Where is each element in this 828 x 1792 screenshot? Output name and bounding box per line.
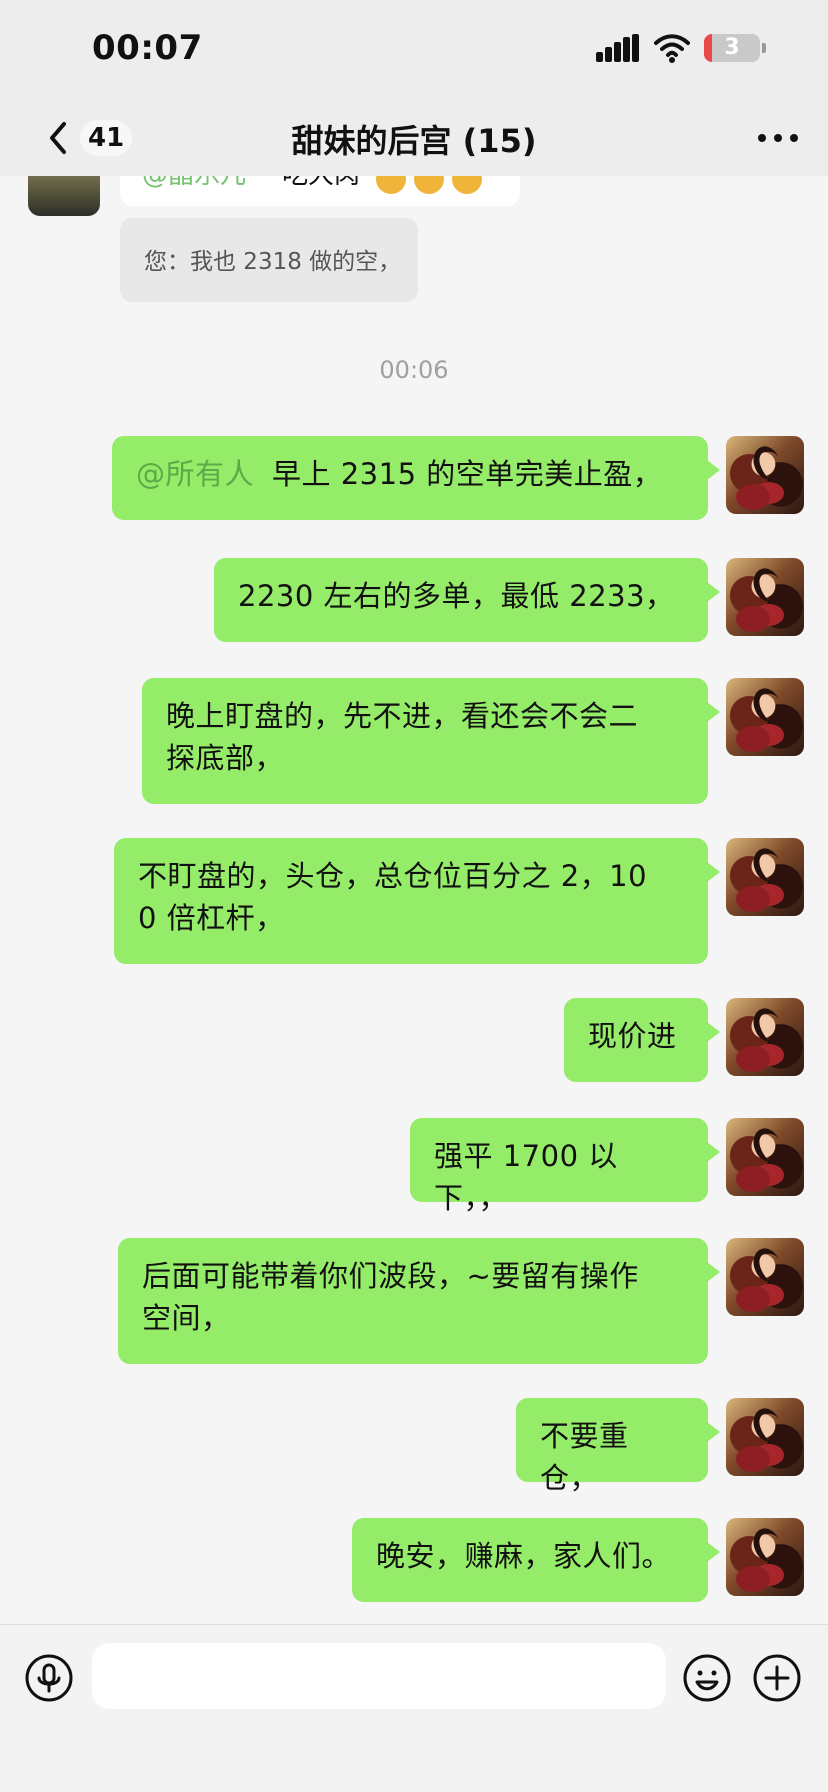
status-time: 00:07 bbox=[92, 28, 203, 68]
message-bubble[interactable]: 不盯盘的，头仓，总仓位百分之 2，10 0 倍杠杆， bbox=[114, 838, 720, 964]
message-bubble[interactable]: 2230 左右的多单，最低 2233， bbox=[214, 558, 720, 642]
unread-count-badge: 41 bbox=[80, 120, 133, 156]
message-bubble[interactable]: 不要重仓， bbox=[516, 1398, 720, 1495]
message-bubble[interactable]: 现价进 bbox=[564, 998, 720, 1082]
message-bubble[interactable]: 晚上盯盘的，先不进，看还会不会二 探底部， bbox=[142, 678, 720, 804]
sender-avatar[interactable] bbox=[28, 176, 100, 216]
plus-icon[interactable] bbox=[752, 1653, 802, 1703]
my-avatar[interactable] bbox=[726, 558, 804, 636]
message-text-line: 不盯盘的，头仓，总仓位百分之 2，10 bbox=[138, 859, 648, 893]
previous-message-bubble[interactable]: @晶乐儿 吃大肉 bbox=[120, 176, 520, 206]
my-avatar[interactable] bbox=[726, 838, 804, 916]
quoted-message[interactable]: 您：我也 2318 做的空， bbox=[120, 218, 418, 302]
emoji-icon bbox=[376, 176, 406, 194]
message-bubble[interactable]: 晚安，赚麻，家人们。 bbox=[352, 1518, 720, 1602]
chat-title: 甜妹的后宫 (15) bbox=[291, 122, 537, 160]
my-avatar[interactable] bbox=[726, 1518, 804, 1596]
wifi-icon bbox=[654, 34, 690, 63]
chevron-left-icon bbox=[50, 122, 66, 154]
back-button[interactable]: 41 bbox=[38, 114, 134, 162]
microphone-icon[interactable] bbox=[24, 1653, 74, 1703]
message-row: 后面可能带着你们波段，~要留有操作 空间， bbox=[0, 1238, 828, 1364]
my-avatar[interactable] bbox=[726, 998, 804, 1076]
message-text: 现价进 bbox=[588, 1019, 677, 1053]
message-row: 不盯盘的，头仓，总仓位百分之 2，10 0 倍杠杆， bbox=[0, 838, 828, 964]
message-input-bar bbox=[0, 1624, 828, 1792]
message-input[interactable] bbox=[92, 1643, 666, 1709]
message-text-line: 后面可能带着你们波段，~要留有操作 bbox=[142, 1259, 639, 1293]
message-row: 不要重仓， bbox=[0, 1398, 828, 1495]
chat-screen: 00:07 3 41 甜妹的后宫 (15) 您：我也 2318 做的空， 00:… bbox=[0, 0, 828, 1792]
message-timestamp: 00:06 bbox=[379, 356, 449, 384]
message-row: 2230 左右的多单，最低 2233， bbox=[0, 558, 828, 642]
message-text: 早上 2315 的空单完美止盈， bbox=[272, 457, 663, 491]
my-avatar[interactable] bbox=[726, 1398, 804, 1476]
battery-indicator: 3 bbox=[704, 34, 766, 62]
message-text: 强平 1700 以下，， bbox=[434, 1139, 618, 1215]
my-avatar[interactable] bbox=[726, 1238, 804, 1316]
message-text: 不要重仓， bbox=[540, 1419, 629, 1495]
more-icon[interactable] bbox=[750, 118, 806, 158]
message-row: 现价进 bbox=[0, 998, 828, 1082]
message-text-line: 0 倍杠杆， bbox=[138, 901, 285, 935]
message-bubble[interactable]: @所有人 早上 2315 的空单完美止盈， bbox=[112, 436, 720, 520]
message-bubble[interactable]: 后面可能带着你们波段，~要留有操作 空间， bbox=[118, 1238, 720, 1364]
my-avatar[interactable] bbox=[726, 436, 804, 514]
emoji-icon bbox=[452, 176, 482, 194]
message-text-line: 晚上盯盘的，先不进，看还会不会二 bbox=[166, 699, 639, 733]
cellular-signal-icon bbox=[596, 34, 640, 62]
emoji-icon bbox=[414, 176, 444, 194]
previous-message-mention: @晶乐儿 bbox=[142, 176, 246, 191]
message-row: 强平 1700 以下，， bbox=[0, 1118, 828, 1215]
message-bubble[interactable]: 强平 1700 以下，， bbox=[410, 1118, 720, 1215]
message-text: 2230 左右的多单，最低 2233， bbox=[238, 579, 675, 613]
my-avatar[interactable] bbox=[726, 1118, 804, 1196]
message-list[interactable]: @晶乐儿 吃大肉 您：我也 2318 做的空， 00:06 @所有人早上 231… bbox=[0, 176, 828, 1624]
message-row: 晚安，赚麻，家人们。 bbox=[0, 1518, 828, 1602]
message-text-line: 探底部， bbox=[166, 741, 285, 775]
mention-all[interactable]: @所有人 bbox=[136, 457, 254, 491]
chat-header: 41 甜妹的后宫 (15) bbox=[0, 100, 828, 176]
message-text-line: 空间， bbox=[142, 1301, 231, 1335]
status-bar: 00:07 3 bbox=[0, 0, 828, 100]
emoji-icon[interactable] bbox=[682, 1653, 732, 1703]
previous-message-text: 吃大肉 bbox=[282, 176, 360, 191]
message-row: @所有人 早上 2315 的空单完美止盈， bbox=[0, 436, 828, 520]
message-text: 晚安，赚麻，家人们。 bbox=[376, 1539, 672, 1573]
my-avatar[interactable] bbox=[726, 678, 804, 756]
message-row: 晚上盯盘的，先不进，看还会不会二 探底部， bbox=[0, 678, 828, 804]
